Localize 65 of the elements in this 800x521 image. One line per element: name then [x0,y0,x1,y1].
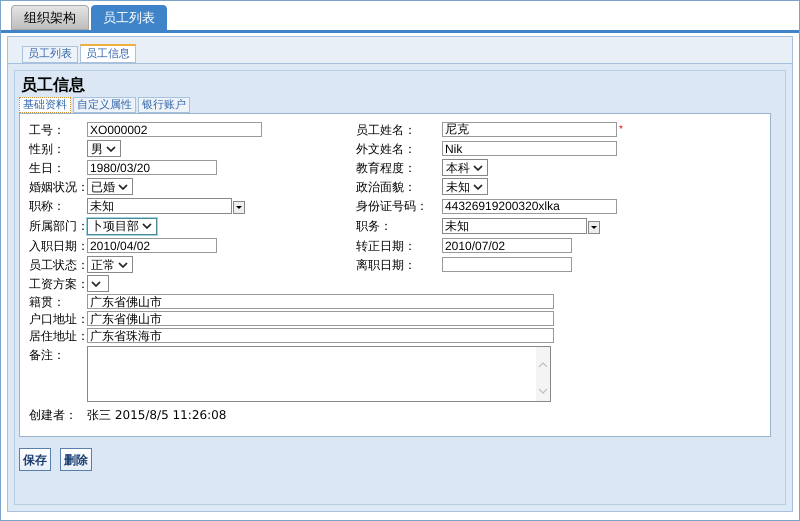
dropdown-button-icon[interactable] [233,200,245,214]
input-field[interactable]: 广东省珠海市 [87,328,554,343]
dropdown[interactable]: 本科 [442,159,488,176]
field-label: 外文姓名： [356,140,417,158]
field-label: 职称： [29,198,66,215]
field-label: 性别： [29,140,66,158]
form-tab[interactable]: 自定义属性 [73,97,136,113]
section-title: 员工信息 [20,77,86,95]
sub-tab[interactable]: 员工列表 [22,46,78,63]
input-field[interactable]: 尼克 [442,122,617,137]
input-field[interactable]: Nik [442,141,617,156]
field-label: 转正日期： [356,238,417,254]
combo-field[interactable]: 未知 [442,218,587,234]
dropdown[interactable] [87,275,109,292]
field-label: 工资方案： [29,276,87,292]
remarks-textarea[interactable] [87,346,551,402]
chevron-down-icon [473,164,483,170]
chevron-down-icon [91,280,101,286]
creator-value: 张三 2015/8/5 11:26:08 [87,407,226,424]
input-field[interactable]: 广东省佛山市 [87,294,554,309]
field-label: 入职日期： [29,238,87,254]
field-label: 身份证号码： [356,198,429,215]
combo-field[interactable]: 未知 [87,198,232,214]
field-label: 居住地址： [29,328,87,344]
action-button[interactable]: 保存 [19,448,51,471]
dropdown[interactable]: 未知 [442,178,488,195]
chevron-down-icon [118,262,128,268]
field-label: 创建者： [29,407,78,424]
field-label: 婚姻状况： [29,178,87,196]
dropdown[interactable]: 男 [87,140,121,157]
page-tab[interactable]: 组织架构 [11,5,89,30]
input-field[interactable]: 2010/07/02 [442,238,572,253]
required-mark: * [619,123,623,137]
action-button[interactable]: 删除 [60,448,92,471]
input-field[interactable]: 2010/04/02 [87,238,217,253]
page-tab[interactable]: 员工列表 [91,5,167,30]
input-field[interactable]: 广东省佛山市 [87,311,554,326]
field-label: 备注： [29,347,66,364]
input-field[interactable]: 44326919200320xlka [442,198,617,214]
field-label: 生日： [29,160,66,176]
chevron-down-icon [106,146,116,152]
field-label: 员工姓名： [356,122,417,138]
field-label: 所属部门： [29,218,87,235]
chevron-down-icon [142,223,152,229]
chevron-down-icon [118,184,128,190]
field-label: 职务： [356,218,393,235]
field-label: 工号： [29,122,66,138]
sub-tab[interactable]: 员工信息 [80,44,136,63]
dropdown[interactable]: 卜项目部 [87,218,157,234]
field-label: 政治面貌： [356,178,417,196]
input-field[interactable] [442,257,572,272]
dropdown[interactable]: 已婚 [87,178,133,195]
field-label: 教育程度： [356,160,417,176]
dropdown-button-icon[interactable] [588,220,600,234]
scrollbar-icon[interactable] [536,347,550,401]
dropdown[interactable]: 正常 [87,256,133,273]
input-field[interactable]: XO000002 [87,122,262,137]
field-label: 籍贯： [29,294,66,310]
chevron-down-icon [473,184,483,190]
form-tab[interactable]: 基础资料 [19,97,71,113]
input-field[interactable]: 1980/03/20 [87,160,217,175]
field-label: 户口地址： [29,310,87,328]
form-tab[interactable]: 银行账户 [138,97,190,113]
field-label: 离职日期： [356,256,417,274]
field-label: 员工状态： [29,256,87,274]
